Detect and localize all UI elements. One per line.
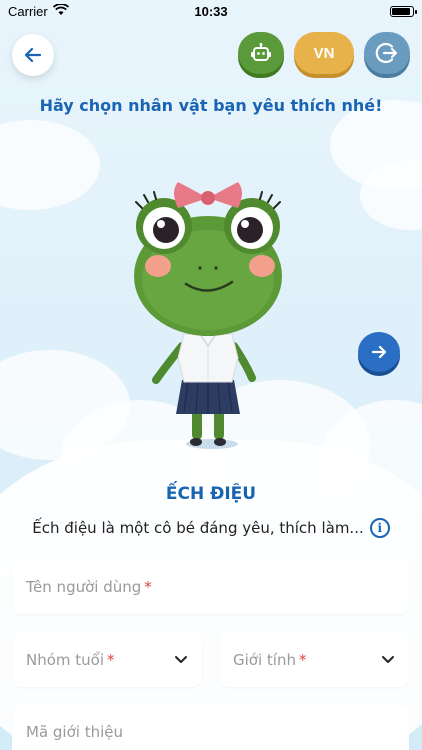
- age-group-placeholder: Nhóm tuổi: [26, 650, 105, 669]
- required-mark: *: [144, 577, 152, 596]
- carrier-label: Carrier: [8, 3, 48, 19]
- required-mark: *: [107, 650, 115, 669]
- arrow-left-icon: [24, 47, 42, 63]
- frog-character-illustration: [120, 168, 300, 453]
- character-description: Ếch điệu là một cô bé đáng yêu, thích là…: [32, 519, 364, 537]
- next-character-button[interactable]: [358, 332, 400, 372]
- battery-icon: [390, 5, 417, 17]
- back-button[interactable]: [12, 34, 54, 76]
- chevron-down-icon: [175, 655, 187, 663]
- username-field[interactable]: Tên người dùng *: [12, 559, 409, 614]
- referral-code-field[interactable]: Mã giới thiệu: [12, 705, 409, 750]
- info-icon[interactable]: i: [369, 518, 390, 538]
- wifi-icon: [52, 2, 69, 19]
- age-group-select[interactable]: Nhóm tuổi *: [12, 632, 202, 687]
- robot-button[interactable]: [238, 32, 284, 74]
- logout-button[interactable]: [364, 32, 410, 74]
- arrow-right-icon: [371, 345, 387, 359]
- status-bar: Carrier 10:33: [0, 0, 422, 22]
- gender-placeholder: Giới tính: [233, 650, 296, 669]
- page-heading: Hãy chọn nhân vật bạn yêu thích nhé!: [39, 96, 383, 115]
- gender-select[interactable]: Giới tính *: [219, 632, 409, 687]
- character-description-row: Ếch điệu là một cô bé đáng yêu, thích là…: [0, 518, 422, 538]
- username-placeholder: Tên người dùng: [26, 577, 142, 596]
- required-mark: *: [298, 650, 307, 669]
- robot-icon: [251, 43, 271, 61]
- chevron-down-icon: [382, 655, 394, 663]
- character-name: ẾCH ĐIỆU: [165, 484, 257, 504]
- language-button[interactable]: VN: [294, 32, 354, 74]
- referral-placeholder: Mã giới thiệu: [26, 723, 123, 741]
- logout-icon: [375, 42, 398, 64]
